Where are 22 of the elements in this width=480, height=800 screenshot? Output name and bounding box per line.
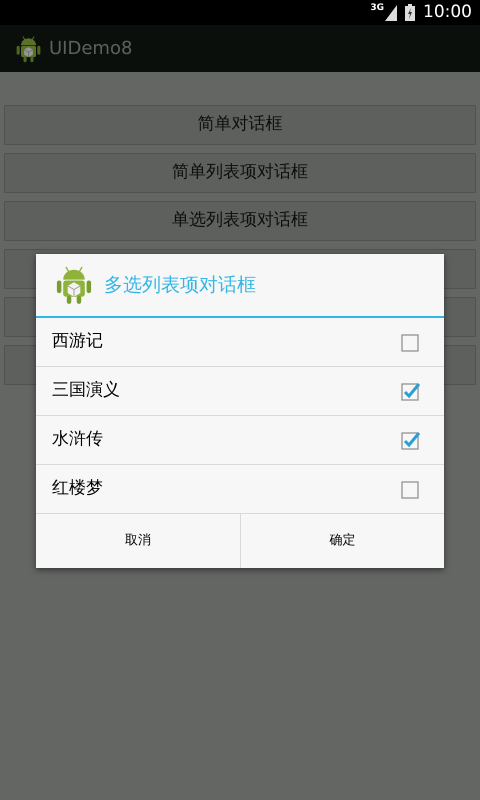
clock: 10:00 [423, 0, 472, 24]
app-icon [16, 34, 41, 62]
checkbox[interactable] [401, 479, 421, 499]
app-title: UIDemo8 [49, 37, 132, 61]
list-item[interactable]: 水浒传 [36, 416, 444, 465]
dialog-icon [56, 265, 92, 305]
dialog-button[interactable]: 取消 [36, 514, 240, 568]
checked-checkbox[interactable] [401, 381, 421, 401]
item-label: 西游记 [52, 330, 103, 354]
item-label: 红楼梦 [52, 477, 103, 500]
dialog-button[interactable]: 确定 [240, 514, 444, 568]
item-label: 三国演义 [52, 379, 120, 402]
item-label: 水浒传 [52, 428, 103, 452]
signal-icon [385, 5, 397, 21]
checked-checkbox[interactable] [401, 430, 421, 450]
list-item[interactable]: 红楼梦 [36, 465, 444, 514]
dialog-title: 多选列表项对话框 [104, 272, 256, 298]
checkbox[interactable] [401, 332, 421, 352]
battery-icon [405, 4, 415, 21]
list-item[interactable]: 西游记 [36, 318, 444, 367]
network-type: 3G [370, 4, 384, 13]
list-item[interactable]: 三国演义 [36, 367, 444, 416]
